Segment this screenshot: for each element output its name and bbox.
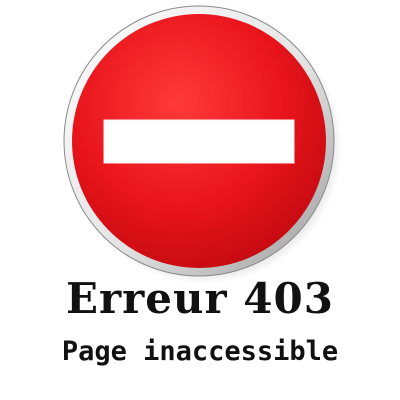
sign-bar [103,119,295,164]
no-entry-icon [63,5,342,284]
error-subtitle: Page inaccessible [61,336,339,367]
error-title: Erreur 403 [66,274,334,323]
